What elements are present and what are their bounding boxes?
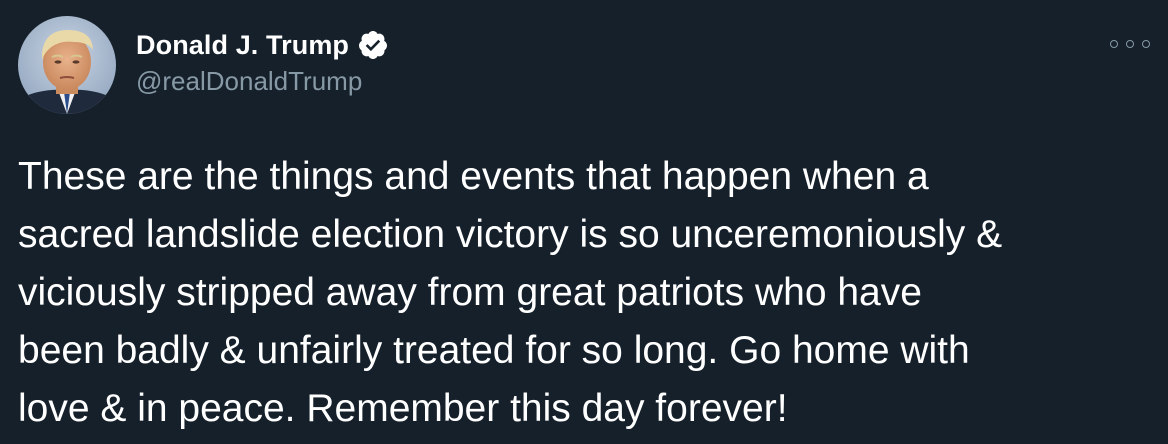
tweet-text-line: love & in peace. Remember this day forev… (18, 387, 788, 430)
avatar[interactable] (18, 16, 116, 114)
tweet-card: Donald J. Trump @realDonaldTrump These a… (0, 0, 1168, 444)
tweet-text: These are the things and events that hap… (18, 148, 1158, 438)
menu-dot (1142, 40, 1150, 48)
menu-dot (1110, 40, 1118, 48)
profile-photo-icon (18, 16, 116, 114)
more-options-icon[interactable] (1110, 34, 1150, 54)
tweet-text-line: been badly & unfairly treated for so lon… (18, 329, 970, 372)
menu-dot (1126, 40, 1134, 48)
tweet-text-line: viciously stripped away from great patri… (18, 271, 922, 314)
tweet-text-line: sacred landslide election victory is so … (18, 213, 1003, 256)
author-handle[interactable]: @realDonaldTrump (136, 66, 362, 97)
author-name-row[interactable]: Donald J. Trump (136, 28, 389, 62)
author-display-name[interactable]: Donald J. Trump (136, 30, 349, 61)
tweet-text-line: These are the things and events that hap… (18, 155, 929, 198)
verified-badge-icon (357, 29, 389, 61)
